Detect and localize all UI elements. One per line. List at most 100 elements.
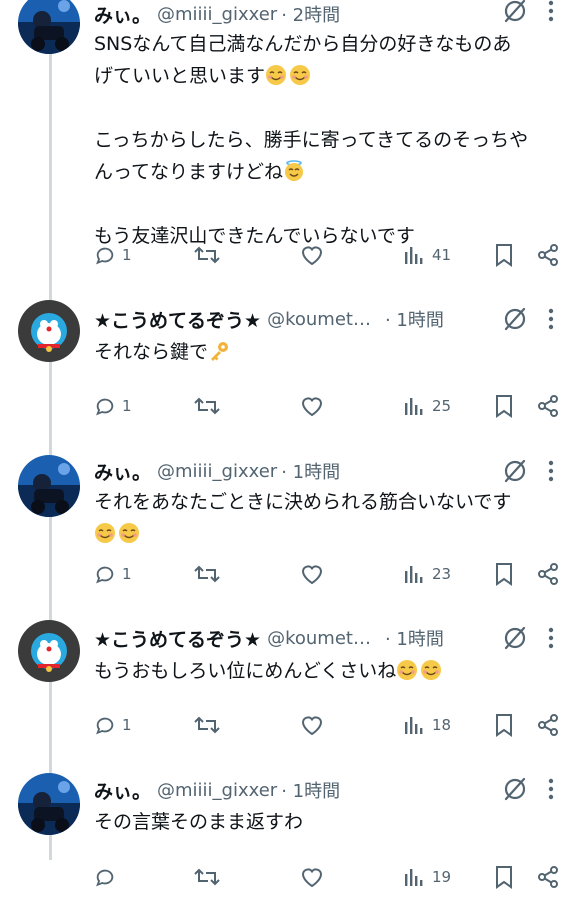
tweet-header: ★こうめてるぞう★ @koumet… · 1時間	[94, 624, 510, 652]
like-icon	[301, 716, 323, 736]
bookmark-button[interactable]	[494, 862, 514, 892]
like-icon	[301, 397, 323, 417]
display-name[interactable]: みぃ。	[94, 458, 151, 485]
retweet-icon	[194, 565, 220, 583]
text-line: その言葉そのまま返すわ	[94, 811, 304, 833]
reply-icon	[96, 869, 114, 887]
retweet-button[interactable]	[194, 862, 220, 892]
more-icon[interactable]	[544, 625, 558, 651]
share-button[interactable]	[536, 240, 560, 270]
reply-button[interactable]	[94, 862, 122, 892]
timestamp[interactable]: · 2時間	[281, 1, 340, 27]
reply-button[interactable]: 1	[94, 559, 132, 589]
reply-button[interactable]: 1	[94, 710, 132, 740]
share-icon	[538, 563, 558, 585]
timestamp[interactable]: · 1時間	[281, 458, 340, 484]
views-button[interactable]: 41	[404, 240, 451, 270]
user-handle[interactable]: @koumet…	[267, 628, 371, 649]
avatar-miiii[interactable]	[18, 455, 80, 517]
like-button[interactable]	[300, 710, 324, 740]
more-icon[interactable]	[544, 306, 558, 332]
smiling-face-emoji	[420, 659, 442, 681]
tweet-text: もうおもしろい位にめんどくさいね	[94, 655, 558, 687]
bookmark-button[interactable]	[494, 240, 514, 270]
tweet-5[interactable]: みぃ。 @miiii_gixxer · 1時間 その言葉そのまま返すわ 19	[0, 773, 580, 905]
share-button[interactable]	[536, 391, 560, 421]
user-handle[interactable]: @miiii_gixxer	[157, 780, 277, 801]
text-line: SNSなんて自己満なんだから自分の好きなものあ	[94, 33, 512, 55]
avatar-koumeteruzou[interactable]	[18, 300, 80, 362]
views-icon	[405, 247, 423, 264]
grok-icon[interactable]	[502, 776, 528, 802]
bookmark-icon	[496, 563, 512, 586]
like-button[interactable]	[300, 391, 324, 421]
like-button[interactable]	[300, 240, 324, 270]
share-button[interactable]	[536, 710, 560, 740]
reply-button[interactable]: 1	[94, 391, 132, 421]
text-line: もうおもしろい位にめんどくさいね	[94, 655, 558, 687]
user-handle[interactable]: @koumet…	[267, 309, 371, 330]
display-name[interactable]: みぃ。	[94, 1, 151, 28]
key-emoji	[208, 340, 230, 362]
tweet-actions: 1 25	[94, 391, 566, 421]
tweet-2[interactable]: ★こうめてるぞう★ @koumet… · 1時間 それなら鍵で 1 25	[0, 300, 580, 440]
grok-icon[interactable]	[502, 0, 528, 24]
smiling-face-emoji	[94, 522, 116, 544]
more-icon[interactable]	[544, 776, 558, 802]
more-icon[interactable]	[544, 458, 558, 484]
bookmark-icon	[496, 866, 512, 889]
bookmark-button[interactable]	[494, 391, 514, 421]
view-count: 18	[432, 716, 452, 734]
tweet-3[interactable]: みぃ。 @miiii_gixxer · 1時間 それをあなたごときに決められる筋…	[0, 455, 580, 605]
retweet-icon	[194, 868, 220, 886]
views-button[interactable]: 18	[404, 710, 451, 740]
bookmark-button[interactable]	[494, 559, 514, 589]
text-line: んってなりますけどね	[94, 156, 558, 188]
tweet-4[interactable]: ★こうめてるぞう★ @koumet… · 1時間 もうおもしろい位にめんどくさい…	[0, 620, 580, 760]
grok-icon[interactable]	[502, 306, 528, 332]
display-name[interactable]: みぃ。	[94, 777, 151, 804]
like-button[interactable]	[300, 862, 324, 892]
like-button[interactable]	[300, 559, 324, 589]
retweet-button[interactable]	[194, 710, 220, 740]
tweet-1[interactable]: みぃ。 @miiii_gixxer · 2時間 SNSなんて自己満なんだから自分…	[0, 0, 580, 285]
grok-icon[interactable]	[502, 458, 528, 484]
smiling-face-emoji	[289, 64, 311, 86]
avatar-miiii[interactable]	[18, 0, 80, 54]
retweet-button[interactable]	[194, 240, 220, 270]
share-icon	[538, 244, 558, 266]
tweet-text: その言葉そのまま返すわ	[94, 806, 558, 838]
timestamp[interactable]: · 1時間	[385, 306, 444, 332]
user-handle[interactable]: @miiii_gixxer	[157, 4, 277, 25]
retweet-button[interactable]	[194, 391, 220, 421]
tweet-actions: 1 23	[94, 559, 566, 589]
bookmark-button[interactable]	[494, 710, 514, 740]
avatar-miiii[interactable]	[18, 773, 80, 835]
user-handle[interactable]: @miiii_gixxer	[157, 461, 277, 482]
timestamp[interactable]: · 1時間	[385, 625, 444, 651]
tweet-text: それをあなたごときに決められる筋合いないです	[94, 486, 558, 550]
text-line-content: げていいと思います	[94, 65, 266, 87]
views-button[interactable]: 25	[404, 391, 451, 421]
views-button[interactable]: 19	[404, 862, 451, 892]
retweet-icon	[194, 716, 220, 734]
avatar-koumeteruzou[interactable]	[18, 620, 80, 682]
view-count: 41	[432, 246, 452, 264]
grok-icon[interactable]	[502, 625, 528, 651]
views-icon	[405, 398, 423, 415]
reply-button[interactable]: 1	[94, 240, 132, 270]
display-name[interactable]: ★こうめてるぞう★	[94, 625, 261, 652]
reply-icon	[96, 398, 114, 416]
more-icon[interactable]	[544, 0, 558, 24]
display-name[interactable]: ★こうめてるぞう★	[94, 306, 261, 333]
views-button[interactable]: 23	[404, 559, 451, 589]
text-line: げていいと思います	[94, 60, 558, 92]
text-line	[94, 188, 558, 220]
timestamp[interactable]: · 1時間	[281, 777, 340, 803]
retweet-button[interactable]	[194, 559, 220, 589]
reply-count: 1	[122, 246, 132, 264]
share-button[interactable]	[536, 862, 560, 892]
share-button[interactable]	[536, 559, 560, 589]
bookmark-icon	[496, 714, 512, 737]
views-icon	[405, 566, 423, 583]
